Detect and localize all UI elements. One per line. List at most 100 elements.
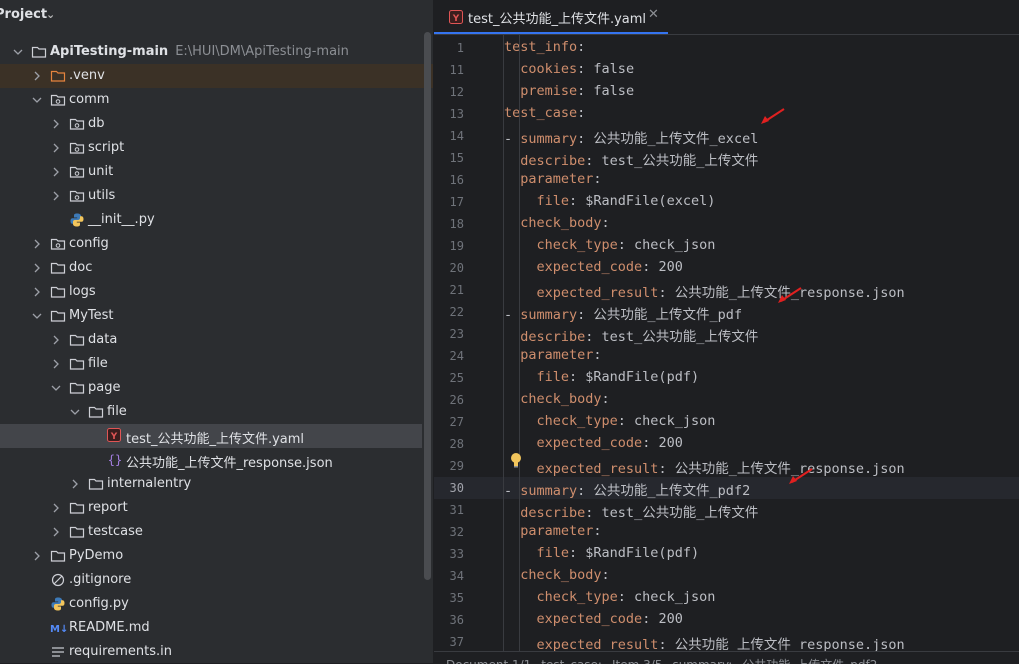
close-icon[interactable]: ✕ <box>648 7 659 22</box>
breadcrumb-item[interactable]: summary: <box>672 658 732 664</box>
chevron-right-icon[interactable] <box>50 184 62 208</box>
code-line[interactable]: 17 file: $RandFile(excel) <box>434 191 1019 213</box>
tree-item[interactable]: utils <box>0 184 422 208</box>
code-line[interactable]: 24 parameter: <box>434 345 1019 367</box>
code-line[interactable]: 20 expected_code: 200 <box>434 257 1019 279</box>
folder-icon <box>69 500 85 516</box>
tree-item[interactable]: script <box>0 136 422 160</box>
tree-item[interactable]: __init__.py <box>0 208 422 232</box>
chevron-right-icon[interactable] <box>31 544 43 568</box>
tree-item[interactable]: {} 公共功能_上传文件_response.json <box>0 448 422 472</box>
chevron-down-icon[interactable] <box>31 88 43 112</box>
code-line[interactable]: 31 describe: test_公共功能_上传文件 <box>434 499 1019 521</box>
tree-item[interactable]: report <box>0 496 422 520</box>
chevron-right-icon[interactable] <box>50 496 62 520</box>
tree-item[interactable]: testcase <box>0 520 422 544</box>
tree-item[interactable]: comm <box>0 88 422 112</box>
lightbulb-icon[interactable] <box>510 452 522 472</box>
folder-icon <box>31 44 47 60</box>
code-line[interactable]: 23 describe: test_公共功能_上传文件 <box>434 323 1019 345</box>
code-line[interactable]: 33 file: $RandFile(pdf) <box>434 543 1019 565</box>
line-number: 36 <box>449 613 464 627</box>
tree-item-label: 公共功能_上传文件_response.json <box>126 456 333 471</box>
tree-item[interactable]: MyTest <box>0 304 422 328</box>
code-line[interactable]: 11 cookies: false <box>434 59 1019 81</box>
svg-text:{}: {} <box>108 453 122 467</box>
tab-label: test_公共功能_上传文件.yaml <box>468 12 647 27</box>
breadcrumb-item[interactable]: 公共功能_上传文件_pdf2 <box>742 658 877 664</box>
chevron-down-icon[interactable] <box>50 376 62 400</box>
code-text: expected_result: 公共功能_上传文件_response.json <box>536 461 905 477</box>
code-line[interactable]: 21 expected_result: 公共功能_上传文件_response.j… <box>434 279 1019 301</box>
tree-item[interactable]: file <box>0 400 422 424</box>
chevron-right-icon[interactable] <box>69 472 81 496</box>
chevron-right-icon[interactable] <box>50 112 62 136</box>
tree-item[interactable]: ApiTesting-main E:\HUI\DM\ApiTesting-main <box>0 40 422 64</box>
code-line[interactable]: 14 - summary: 公共功能_上传文件_excel <box>434 125 1019 147</box>
chevron-right-icon[interactable] <box>50 520 62 544</box>
code-line[interactable]: 30 - summary: 公共功能_上传文件_pdf2 <box>434 477 1019 499</box>
tree-item[interactable]: PyDemo <box>0 544 422 568</box>
chevron-down-icon[interactable] <box>12 40 24 64</box>
tree-item[interactable]: config.py <box>0 592 422 616</box>
code-text: file: $RandFile(pdf) <box>536 545 700 561</box>
tree-item[interactable]: unit <box>0 160 422 184</box>
code-line[interactable]: 1 test_info: <box>434 37 1019 59</box>
code-text: describe: test_公共功能_上传文件 <box>520 153 759 169</box>
project-scrollbar[interactable] <box>424 32 431 580</box>
breadcrumb-item[interactable]: test_case: <box>541 658 602 664</box>
tree-item-label: internalentry <box>107 476 192 491</box>
editor-tabbar: Y test_公共功能_上传文件.yaml ✕ <box>434 0 1019 35</box>
code-line[interactable]: 22 - summary: 公共功能_上传文件_pdf <box>434 301 1019 323</box>
chevron-down-icon[interactable]: ⌄ <box>46 8 55 21</box>
code-line[interactable]: 34 check_body: <box>434 565 1019 587</box>
annotation-arrow-icon <box>778 287 802 303</box>
code-line[interactable]: 27 check_type: check_json <box>434 411 1019 433</box>
chevron-down-icon[interactable] <box>69 400 81 424</box>
code-line[interactable]: 16 parameter: <box>434 169 1019 191</box>
tree-item[interactable]: internalentry <box>0 472 422 496</box>
breadcrumb-item[interactable]: Document 1/1 <box>446 658 531 664</box>
tree-item[interactable]: M↓ README.md <box>0 616 422 640</box>
line-number: 20 <box>449 261 464 275</box>
tree-item[interactable]: config <box>0 232 422 256</box>
tree-item[interactable]: page <box>0 376 422 400</box>
code-line[interactable]: 32 parameter: <box>434 521 1019 543</box>
tree-item[interactable]: file <box>0 352 422 376</box>
line-number: 35 <box>449 591 464 605</box>
chevron-right-icon[interactable] <box>50 160 62 184</box>
chevron-right-icon[interactable] <box>31 280 43 304</box>
breadcrumb-item[interactable]: Item 3/5 <box>612 658 662 664</box>
chevron-right-icon[interactable] <box>31 64 43 88</box>
folder-icon <box>69 332 85 348</box>
project-header[interactable]: Project ⌄ <box>0 0 433 32</box>
tree-item[interactable]: logs <box>0 280 422 304</box>
tree-item[interactable]: .gitignore <box>0 568 422 592</box>
code-line[interactable]: 36 expected_code: 200 <box>434 609 1019 631</box>
code-text: expected_code: 200 <box>536 611 683 627</box>
chevron-right-icon[interactable] <box>50 352 62 376</box>
code-line[interactable]: 18 check_body: <box>434 213 1019 235</box>
tree-item[interactable]: data <box>0 328 422 352</box>
code-line[interactable]: 15 describe: test_公共功能_上传文件 <box>434 147 1019 169</box>
code-line[interactable]: 12 premise: false <box>434 81 1019 103</box>
tree-item[interactable]: db <box>0 112 422 136</box>
tab-yaml-file[interactable]: Y test_公共功能_上传文件.yaml ✕ <box>434 0 668 34</box>
tree-item[interactable]: .venv <box>0 64 433 88</box>
chevron-right-icon[interactable] <box>50 136 62 160</box>
tree-item[interactable]: Ytest_公共功能_上传文件.yaml <box>0 424 422 448</box>
code-line[interactable]: 13 test_case: <box>434 103 1019 125</box>
chevron-down-icon[interactable] <box>31 304 43 328</box>
line-number: 28 <box>449 437 464 451</box>
code-line[interactable]: 37 expected_result: 公共功能_上传文件_response.j… <box>434 631 1019 653</box>
tree-item[interactable]: doc <box>0 256 422 280</box>
code-line[interactable]: 26 check_body: <box>434 389 1019 411</box>
code-line[interactable]: 35 check_type: check_json <box>434 587 1019 609</box>
code-line[interactable]: 19 check_type: check_json <box>434 235 1019 257</box>
code-line[interactable]: 25 file: $RandFile(pdf) <box>434 367 1019 389</box>
code-text: test_case: <box>504 105 586 121</box>
chevron-right-icon[interactable] <box>31 256 43 280</box>
chevron-right-icon[interactable] <box>31 232 43 256</box>
tree-item[interactable]: requirements.in <box>0 640 422 663</box>
chevron-right-icon[interactable] <box>50 328 62 352</box>
